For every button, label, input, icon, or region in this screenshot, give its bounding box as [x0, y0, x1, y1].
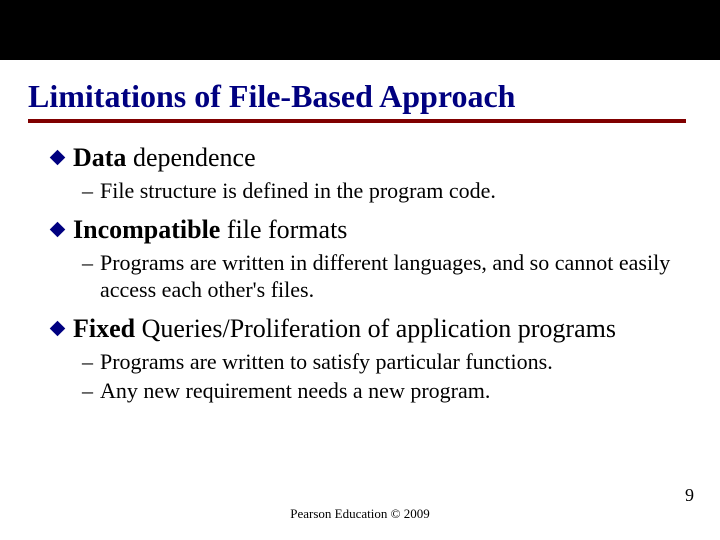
dash-bullet-icon: –: [82, 249, 100, 277]
sub-item: – Programs are written in different lang…: [82, 249, 686, 304]
top-black-band: [0, 0, 720, 60]
sub-item: – Programs are written to satisfy partic…: [82, 348, 686, 376]
bullet-rest: file formats: [220, 215, 347, 244]
sub-text: Programs are written in different langua…: [100, 249, 686, 304]
bullet-rest: Queries/Proliferation of application pro…: [135, 314, 616, 343]
dash-bullet-icon: –: [82, 177, 100, 205]
bullet-item: Incompatible file formats – Programs are…: [52, 215, 686, 304]
sub-list: – Programs are written to satisfy partic…: [52, 348, 686, 405]
sub-text: Any new requirement needs a new program.: [100, 377, 686, 405]
bullet-text: Fixed Queries/Proliferation of applicati…: [73, 314, 616, 344]
bullet-text: Data dependence: [73, 143, 256, 173]
slide: Limitations of File-Based Approach Data …: [0, 0, 720, 540]
footer-text: Pearson Education © 2009: [0, 506, 720, 522]
sub-item: – Any new requirement needs a new progra…: [82, 377, 686, 405]
bullet-bold: Data: [73, 143, 126, 172]
bullet-line: Incompatible file formats: [52, 215, 686, 245]
sub-text: Programs are written to satisfy particul…: [100, 348, 686, 376]
diamond-bullet-icon: [50, 150, 66, 166]
bullet-item: Fixed Queries/Proliferation of applicati…: [52, 314, 686, 405]
bullet-line: Data dependence: [52, 143, 686, 173]
bullet-text: Incompatible file formats: [73, 215, 347, 245]
bullet-line: Fixed Queries/Proliferation of applicati…: [52, 314, 686, 344]
bullet-rest: dependence: [126, 143, 255, 172]
sub-text: File structure is defined in the program…: [100, 177, 686, 205]
diamond-bullet-icon: [50, 320, 66, 336]
bullet-item: Data dependence – File structure is defi…: [52, 143, 686, 205]
sub-item: – File structure is defined in the progr…: [82, 177, 686, 205]
content-area: Data dependence – File structure is defi…: [0, 123, 720, 405]
slide-title: Limitations of File-Based Approach: [28, 78, 720, 115]
dash-bullet-icon: –: [82, 348, 100, 376]
bullet-bold: Incompatible: [73, 215, 220, 244]
dash-bullet-icon: –: [82, 377, 100, 405]
sub-list: – Programs are written in different lang…: [52, 249, 686, 304]
bullet-bold: Fixed: [73, 314, 135, 343]
sub-list: – File structure is defined in the progr…: [52, 177, 686, 205]
page-number: 9: [685, 485, 694, 506]
diamond-bullet-icon: [50, 221, 66, 237]
